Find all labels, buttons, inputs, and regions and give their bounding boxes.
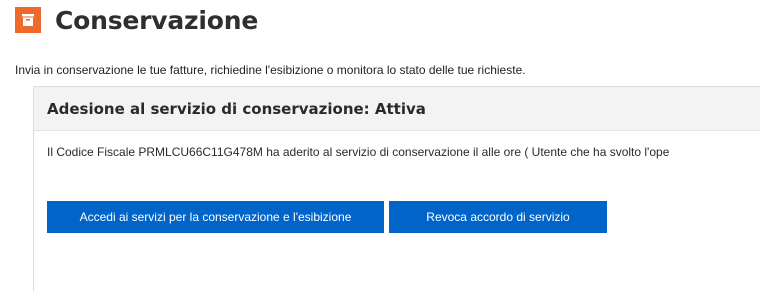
access-services-button[interactable]: Accedi ai servizi per la conservazione e… [47,201,384,233]
service-panel: Adesione al servizio di conservazione: A… [33,86,760,291]
page-title: Conservazione [55,5,259,35]
archive-icon [15,7,41,33]
revoke-agreement-button[interactable]: Revoca accordo di servizio [389,201,607,233]
page-description: Invia in conservazione le tue fatture, r… [15,63,526,77]
adhesion-info-text: Il Codice Fiscale PRMLCU66C11G478M ha ad… [47,145,670,159]
panel-header: Adesione al servizio di conservazione: A… [34,87,760,131]
page: Conservazione Invia in conservazione le … [0,0,760,291]
panel-body: Il Codice Fiscale PRMLCU66C11G478M ha ad… [34,131,760,291]
page-header: Conservazione [15,2,258,38]
panel-title: Adesione al servizio di conservazione: A… [47,99,426,118]
action-buttons: Accedi ai servizi per la conservazione e… [47,201,607,233]
